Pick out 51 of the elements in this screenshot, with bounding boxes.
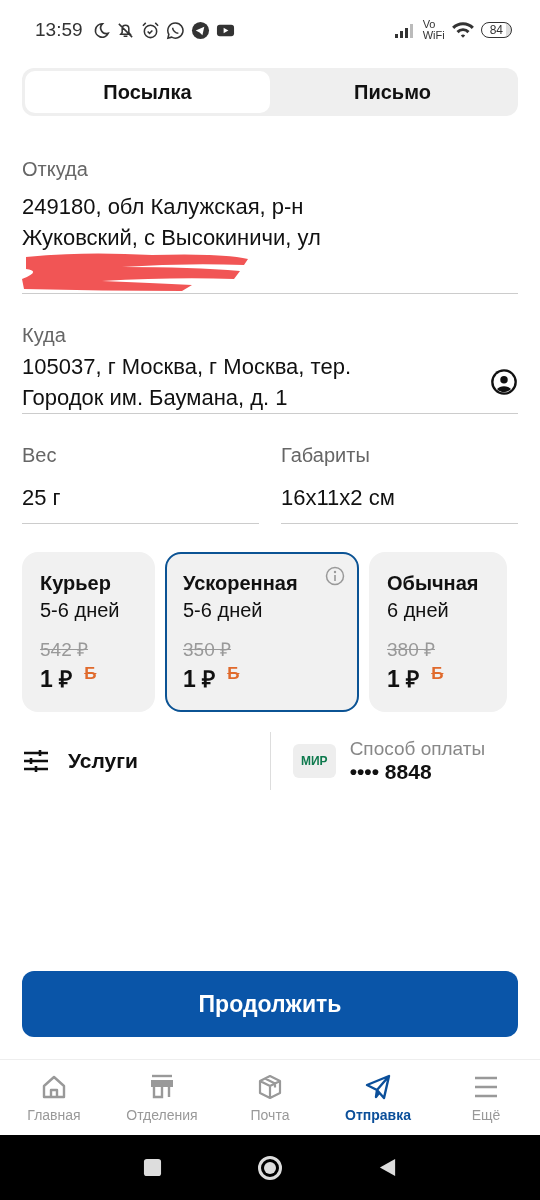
dimensions-field[interactable]: 16x11x2 см (281, 467, 518, 523)
vowifi-label: Vo (422, 19, 437, 30)
recents-button[interactable] (143, 1158, 162, 1177)
payment-label: Способ оплаты (349, 738, 486, 760)
tab[interactable]: Посылка (25, 71, 270, 113)
alarm-icon (140, 20, 160, 40)
delivery-term: 6 дней (387, 599, 449, 622)
old-price: 350 ₽ (183, 638, 231, 662)
nav-item[interactable]: Отправка (328, 1072, 428, 1123)
old-price: 380 ₽ (387, 638, 435, 662)
back-button[interactable] (378, 1158, 397, 1177)
wifi-icon (450, 21, 475, 39)
bonus-sign: Б (84, 664, 97, 684)
card-number[interactable]: •••• 8848 (349, 760, 486, 784)
tariff-name: Курьер (40, 572, 111, 595)
bonus-sign: Б (227, 664, 240, 684)
field-label: Куда (22, 324, 67, 347)
home-button[interactable] (257, 1154, 283, 1181)
whatsapp-icon (165, 20, 185, 40)
card-logo: МИР (293, 744, 336, 778)
status-time: 13:59 (35, 19, 83, 41)
paper-plane-icon (364, 1072, 392, 1101)
muted-bell-icon (115, 20, 135, 40)
field-label: Вес (22, 444, 58, 467)
price: 1 ₽ (183, 665, 216, 694)
weight-field[interactable]: 25 г (22, 467, 259, 523)
storefront-icon (148, 1072, 176, 1101)
delivery-term: 5-6 дней (183, 599, 263, 622)
tariff-name: Ускоренная (183, 572, 298, 595)
continue-button[interactable]: Продолжить (22, 971, 518, 1037)
price: 1 ₽ (387, 665, 420, 694)
tariff-card[interactable]: Курьер 5-6 дней 542 ₽ 1 ₽ Б (22, 552, 155, 712)
services-link[interactable]: Услуги (68, 749, 138, 773)
tab[interactable]: Письмо (270, 71, 515, 113)
bonus-sign: Б (431, 664, 444, 684)
old-price: 542 ₽ (40, 638, 88, 662)
tariff-card[interactable]: Ускоренная 5-6 дней 350 ₽ 1 ₽ Б (165, 552, 359, 712)
telegram-icon (190, 20, 210, 40)
field-label: Габариты (281, 444, 371, 467)
price: 1 ₽ (40, 665, 73, 694)
tariff-name: Обычная (387, 572, 479, 595)
tariff-card[interactable]: Обычная 6 дней 380 ₽ 1 ₽ Б (369, 552, 507, 712)
field-label: Откуда (22, 158, 89, 181)
battery-indicator: 84 (480, 22, 512, 38)
vowifi-label: WiFi (422, 30, 445, 41)
address-text: 105037, г Москва, г Москва, тер. Городок им. Баумана, д. 1 (22, 353, 351, 412)
delivery-term: 5-6 дней (40, 599, 120, 622)
contact-icon[interactable] (490, 368, 518, 396)
box-icon (256, 1072, 284, 1101)
address-text: 249180, обл Калужская, р-н Жуковский, с Высокиничи, ул (22, 194, 321, 250)
sliders-icon[interactable] (22, 749, 50, 773)
